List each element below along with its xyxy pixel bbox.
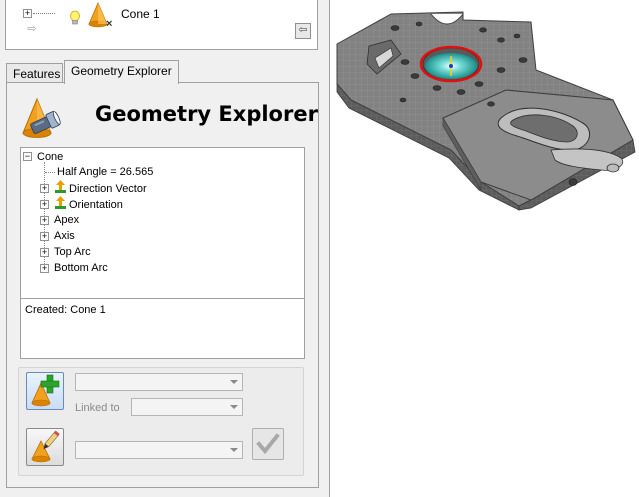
add-geometry-button[interactable] <box>26 372 64 410</box>
lightbulb-icon[interactable] <box>69 10 81 26</box>
info-box: Created: Cone 1 <box>20 298 305 359</box>
cone-flashlight-icon <box>22 97 61 138</box>
expand-toggle[interactable]: + <box>40 264 49 273</box>
expand-toggle[interactable]: + <box>40 216 49 225</box>
tree-item-apex[interactable]: Apex <box>54 212 79 228</box>
geometry-tree[interactable]: − Cone Half Angle = 26.565 + Direction V… <box>20 147 305 299</box>
expand-toggle[interactable]: + <box>40 200 49 209</box>
3d-viewport[interactable] <box>331 0 639 497</box>
collapse-toggle[interactable]: − <box>23 152 32 161</box>
add-cone-icon <box>31 374 60 407</box>
geometry-type-dropdown[interactable] <box>75 373 243 391</box>
chevron-down-icon <box>230 448 238 452</box>
edit-cone-icon <box>31 430 60 463</box>
tree-item-axis[interactable]: Axis <box>54 228 75 244</box>
apply-button[interactable] <box>252 428 284 460</box>
expand-toggle[interactable]: + <box>40 184 49 193</box>
edit-geometry-button[interactable] <box>26 428 64 466</box>
info-text: Created: Cone 1 <box>25 304 106 316</box>
linked-to-dropdown[interactable] <box>131 398 243 416</box>
tab-features[interactable]: Features <box>6 63 63 83</box>
tree-connector <box>33 13 55 14</box>
tree-item-top-arc[interactable]: Top Arc <box>54 244 91 260</box>
chevron-down-icon <box>230 380 238 384</box>
cone-feature-icon: × <box>88 2 112 28</box>
tree-item-half-angle[interactable]: Half Angle = 26.565 <box>57 164 153 180</box>
expand-toggle[interactable]: + <box>40 248 49 257</box>
tree-item-bottom-arc[interactable]: Bottom Arc <box>54 260 108 276</box>
tree-item-label: Orientation <box>69 199 123 211</box>
vector-icon <box>55 196 66 209</box>
tree-root[interactable]: Cone <box>37 149 63 165</box>
checkmark-icon <box>256 433 280 455</box>
svg-text:×: × <box>106 18 112 28</box>
edit-dropdown[interactable] <box>75 441 243 459</box>
left-panel: + × Cone 1 ⇨ ⇦ Features Geometry Explore… <box>0 0 330 497</box>
tree-item-direction-vector[interactable]: Direction Vector <box>54 180 147 196</box>
part-model <box>336 11 636 211</box>
linked-to-label: Linked to <box>75 402 120 414</box>
tree-item-label: Direction Vector <box>69 183 147 195</box>
controls-group: Linked to <box>18 367 304 476</box>
panel-title: Geometry Explorer <box>95 102 318 126</box>
expand-toggle[interactable]: + <box>40 232 49 241</box>
tree-item-label[interactable]: Cone 1 <box>121 7 160 21</box>
forward-arrow-icon[interactable]: ⇨ <box>24 23 40 39</box>
expand-toggle[interactable]: + <box>23 9 32 18</box>
feature-tree-mini: + × Cone 1 ⇨ ⇦ <box>5 0 318 50</box>
geometry-explorer-page: Geometry Explorer − Cone Half Angle = 26… <box>6 82 319 488</box>
vector-icon <box>55 180 66 193</box>
chevron-down-icon <box>230 405 238 409</box>
tab-geometry-explorer[interactable]: Geometry Explorer <box>64 60 179 84</box>
tree-item-orientation[interactable]: Orientation <box>54 196 123 212</box>
tree-connector <box>45 172 55 173</box>
back-arrow-button[interactable]: ⇦ <box>295 23 311 39</box>
